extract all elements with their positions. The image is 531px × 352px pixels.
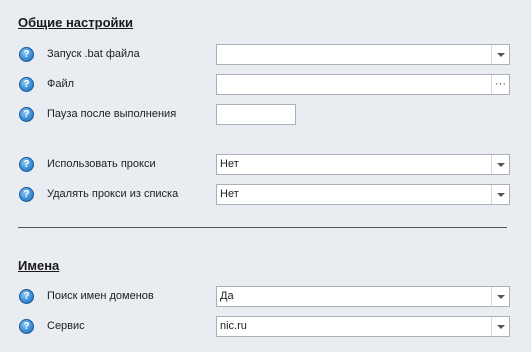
label-file: Файл	[47, 78, 75, 90]
row-file: ? Файл ···	[0, 74, 531, 96]
help-icon[interactable]: ?	[19, 107, 34, 122]
help-icon[interactable]: ?	[19, 319, 34, 334]
service-value: nic.ru	[220, 320, 247, 332]
chevron-down-icon[interactable]	[491, 185, 509, 204]
label-pause: Пауза после выполнения	[47, 108, 177, 120]
section-title-names: Имена	[18, 258, 60, 273]
label-domain-search: Поиск имен доменов	[47, 290, 154, 302]
section-divider	[18, 227, 507, 228]
use-proxy-dropdown[interactable]: Нет	[216, 154, 510, 175]
chevron-down-icon[interactable]	[491, 45, 509, 64]
label-bat-launch: Запуск .bat файла	[47, 48, 140, 60]
service-dropdown[interactable]: nic.ru	[216, 316, 510, 337]
domain-search-value: Да	[220, 290, 234, 302]
help-icon[interactable]: ?	[19, 77, 34, 92]
remove-proxy-dropdown[interactable]: Нет	[216, 184, 510, 205]
label-service: Сервис	[47, 320, 85, 332]
help-icon[interactable]: ?	[19, 157, 34, 172]
row-pause: ? Пауза после выполнения	[0, 104, 531, 126]
row-domain-search: ? Поиск имен доменов Да	[0, 286, 531, 308]
row-service: ? Сервис nic.ru	[0, 316, 531, 338]
use-proxy-value: Нет	[220, 158, 239, 170]
section-title-general: Общие настройки	[18, 15, 133, 30]
chevron-down-icon[interactable]	[491, 287, 509, 306]
domain-search-dropdown[interactable]: Да	[216, 286, 510, 307]
chevron-down-icon[interactable]	[491, 317, 509, 336]
pause-input[interactable]	[216, 104, 296, 125]
remove-proxy-value: Нет	[220, 188, 239, 200]
label-remove-proxy: Удалять прокси из списка	[47, 188, 179, 200]
file-input[interactable]: ···	[216, 74, 510, 95]
help-icon[interactable]: ?	[19, 187, 34, 202]
bat-launch-dropdown[interactable]	[216, 44, 510, 65]
help-icon[interactable]: ?	[19, 47, 34, 62]
chevron-down-icon[interactable]	[491, 155, 509, 174]
row-bat-launch: ? Запуск .bat файла	[0, 44, 531, 66]
help-icon[interactable]: ?	[19, 289, 34, 304]
row-remove-proxy: ? Удалять прокси из списка Нет	[0, 184, 531, 206]
label-use-proxy: Использовать прокси	[47, 158, 156, 170]
row-use-proxy: ? Использовать прокси Нет	[0, 154, 531, 176]
ellipsis-icon[interactable]: ···	[491, 75, 509, 94]
